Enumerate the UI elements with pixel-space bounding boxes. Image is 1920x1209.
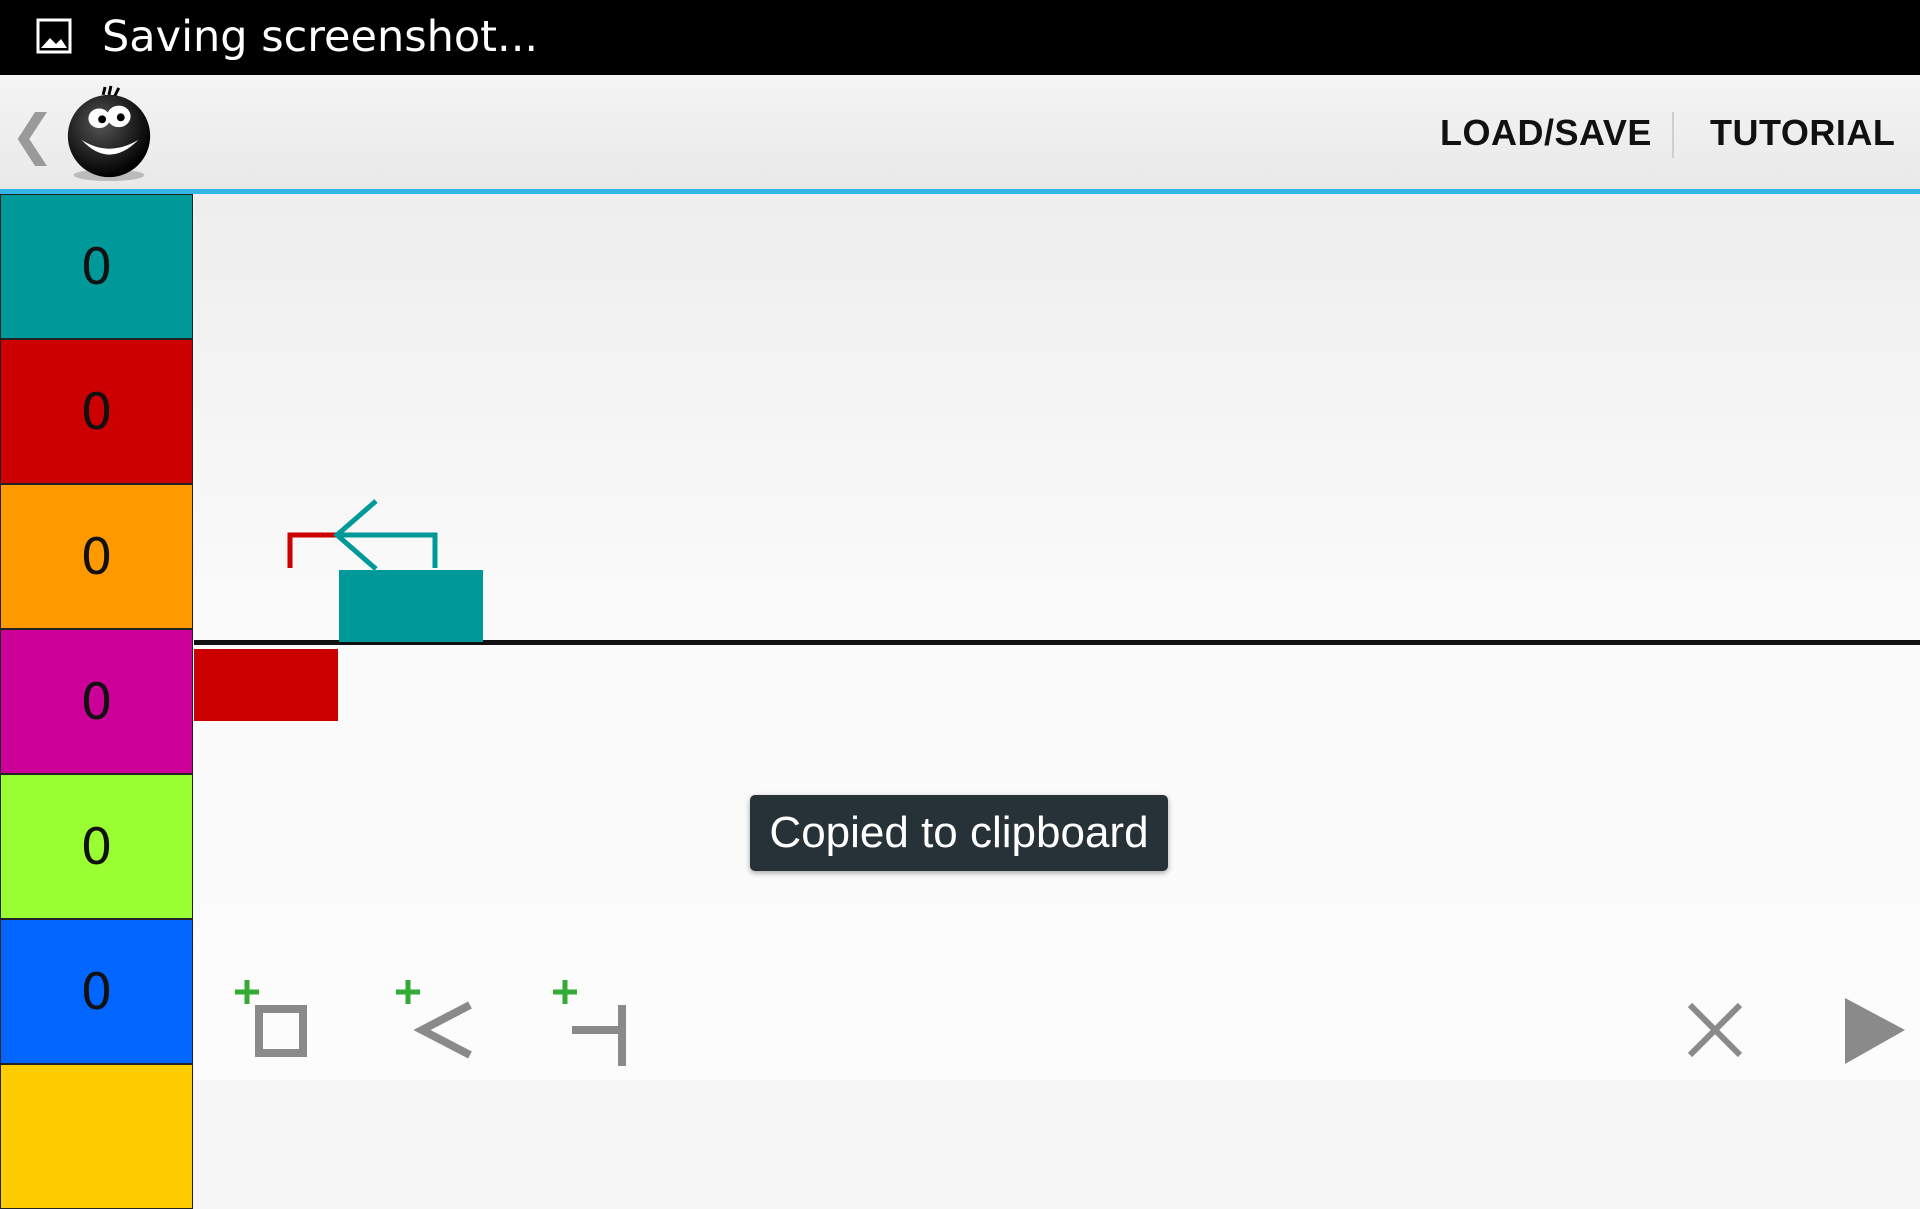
- red-bracket[interactable]: [287, 532, 336, 568]
- close-icon[interactable]: [1670, 980, 1760, 1070]
- add-bracket-icon[interactable]: [545, 980, 635, 1070]
- counter-teal[interactable]: 0: [0, 194, 193, 339]
- toast: Copied to clipboard: [750, 795, 1168, 871]
- counter-orange[interactable]: 0: [0, 484, 193, 629]
- counter-red[interactable]: 0: [0, 339, 193, 484]
- add-block-icon[interactable]: [234, 980, 324, 1070]
- image-icon: [36, 18, 72, 54]
- action-bar-divider: [1672, 112, 1674, 158]
- tutorial-button[interactable]: TUTORIAL: [1710, 108, 1895, 158]
- counter-value: 0: [80, 237, 113, 296]
- counter-value: 0: [80, 962, 113, 1021]
- teal-block[interactable]: [339, 570, 483, 642]
- counter-value: 0: [80, 527, 113, 586]
- counter-yellow[interactable]: [0, 1064, 193, 1209]
- scene-gadgets: [287, 499, 438, 570]
- counter-value: 0: [80, 817, 113, 876]
- red-block[interactable]: [194, 649, 338, 721]
- play-icon[interactable]: [1825, 980, 1915, 1070]
- counter-magenta[interactable]: 0: [0, 629, 193, 774]
- status-bar: Saving screenshot...: [0, 0, 1920, 75]
- counter-blue[interactable]: 0: [0, 919, 193, 1064]
- load-save-button[interactable]: LOAD/SAVE: [1440, 108, 1652, 158]
- teal-arrow[interactable]: [333, 499, 438, 570]
- counter-value: 0: [80, 672, 113, 731]
- counter-lime[interactable]: 0: [0, 774, 193, 919]
- color-counters: 0 0 0 0 0 0: [0, 194, 194, 1209]
- toast-text: Copied to clipboard: [769, 808, 1149, 857]
- chevron-left-icon[interactable]: ❮: [10, 105, 55, 165]
- add-arrow-icon[interactable]: [390, 980, 480, 1070]
- counter-value: 0: [80, 382, 113, 441]
- status-text: Saving screenshot...: [102, 12, 539, 62]
- smiley-face-logo[interactable]: [60, 85, 158, 183]
